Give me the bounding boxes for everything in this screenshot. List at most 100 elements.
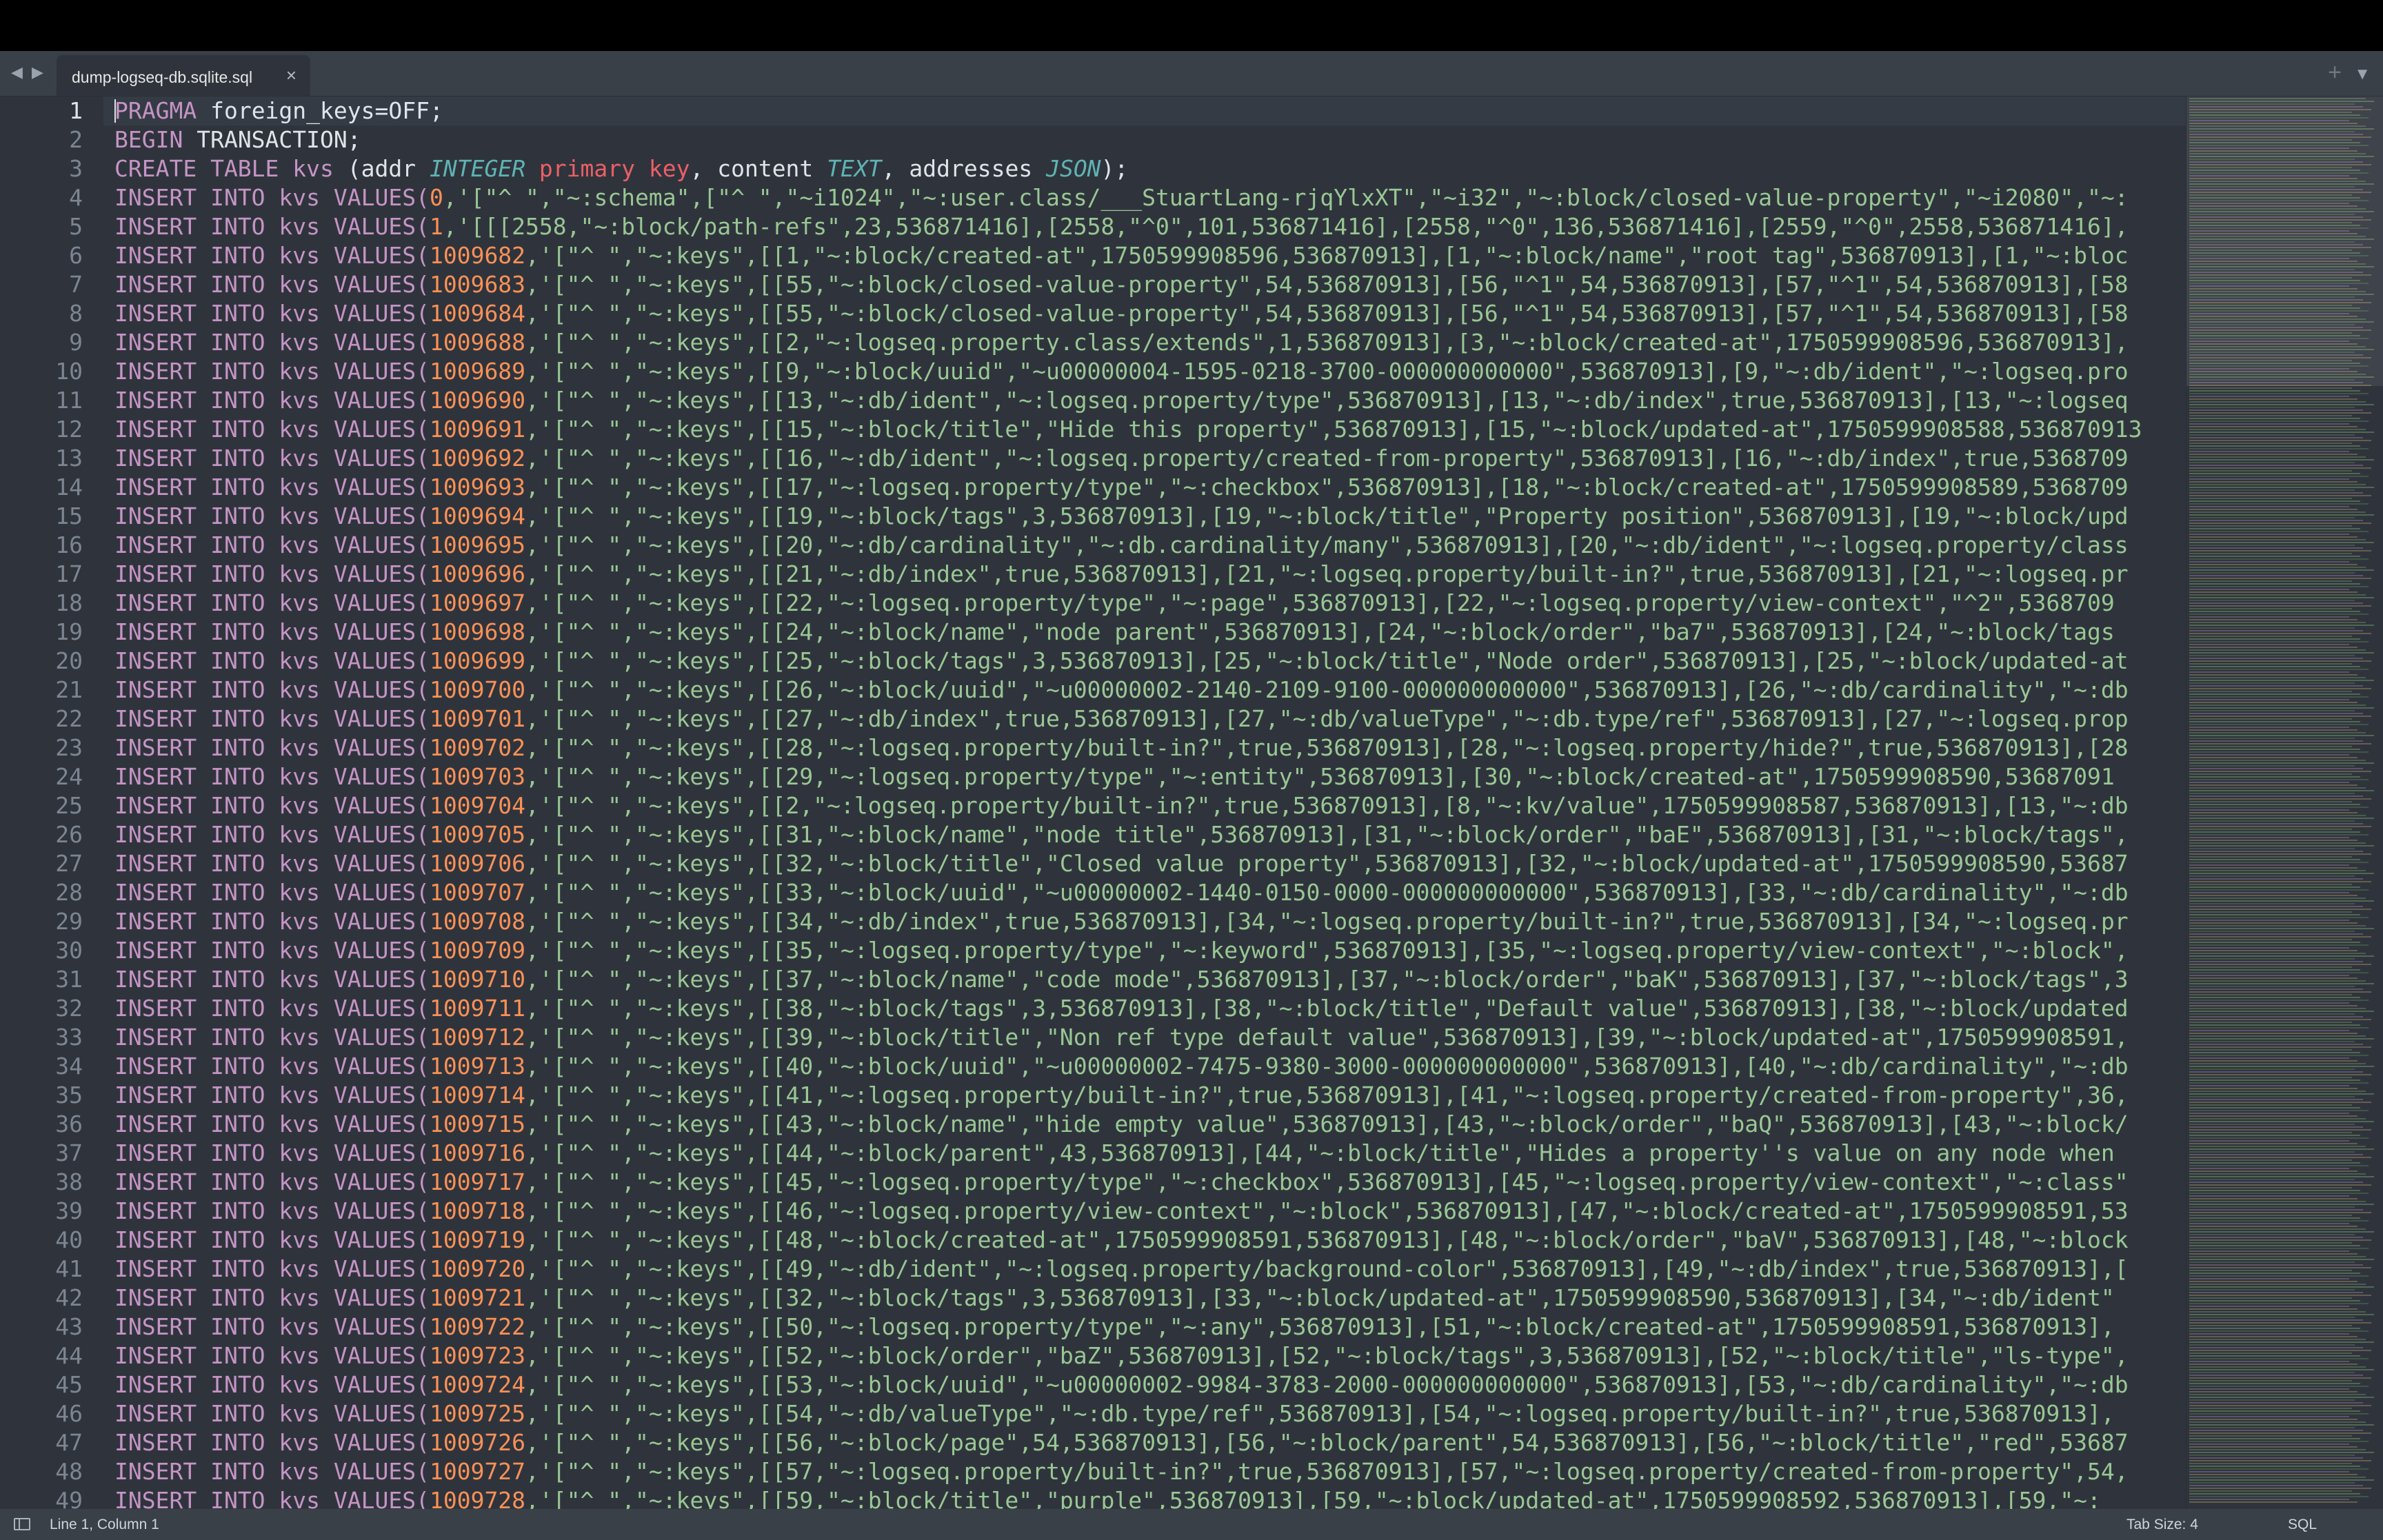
minimap-line [2189, 509, 2357, 510]
line-number[interactable]: 3 [0, 154, 83, 183]
line-number-gutter[interactable]: 1 2 3 4 5 6 7 8 9 10 11 12 13 14 15 16 17 18 19 20 21 22 23 24 2… [0, 97, 103, 1509]
line-number[interactable]: 38 [0, 1168, 83, 1197]
row-address: 1009714 [429, 1082, 526, 1108]
line-number[interactable]: 30 [0, 936, 83, 965]
minimap-line [2189, 1430, 2363, 1431]
sql-insert-prefix: INSERT INTO kvs VALUES( [114, 474, 430, 500]
tab-size-selector[interactable]: Tab Size: 4 [2126, 1517, 2198, 1533]
sidebar-toggle-icon[interactable] [14, 1518, 30, 1530]
minimap-line [2189, 834, 2369, 835]
line-number[interactable]: 12 [0, 415, 83, 444]
line-number[interactable]: 31 [0, 965, 83, 994]
line-number[interactable]: 17 [0, 560, 83, 589]
minimap-line [2189, 735, 2374, 736]
line-number[interactable]: 18 [0, 589, 83, 618]
tab-menu-chevron-down-icon[interactable]: ▼ [2354, 66, 2371, 83]
line-number[interactable]: 43 [0, 1313, 83, 1341]
code-editor[interactable]: 1 2 3 4 5 6 7 8 9 10 11 12 13 14 15 16 17 18 19 20 21 22 23 24 2… [0, 97, 2383, 1509]
line-number[interactable]: 45 [0, 1370, 83, 1399]
line-number[interactable]: 16 [0, 531, 83, 560]
line-number[interactable]: 13 [0, 444, 83, 473]
code-area[interactable]: PRAGMA foreign_keys=OFF; BEGIN TRANSACTI… [114, 97, 2186, 1509]
minimap-line [2189, 663, 2352, 665]
cursor-position[interactable]: Line 1, Column 1 [50, 1517, 159, 1533]
line-number[interactable]: 26 [0, 820, 83, 849]
line-number[interactable]: 10 [0, 357, 83, 386]
line-number[interactable]: 25 [0, 791, 83, 820]
line-number[interactable]: 7 [0, 270, 83, 299]
line-number[interactable]: 8 [0, 299, 83, 328]
code-line: INSERT INTO kvs VALUES(1009711,'["^ ","~… [114, 994, 2186, 1023]
line-number[interactable]: 34 [0, 1052, 83, 1081]
minimap-line [2189, 845, 2374, 847]
minimap-line [2189, 1193, 2369, 1194]
row-content-string: ,'["^ ","~:keys",[[49,"~:db/ident","~:lo… [525, 1255, 2129, 1282]
code-line: INSERT INTO kvs VALUES(1009701,'["^ ","~… [114, 705, 2186, 733]
line-number[interactable]: 20 [0, 647, 83, 676]
line-number[interactable]: 21 [0, 676, 83, 705]
sql-insert-prefix: INSERT INTO kvs VALUES( [114, 531, 430, 558]
line-number[interactable]: 5 [0, 212, 83, 241]
line-number[interactable]: 2 [0, 125, 83, 154]
line-number[interactable]: 15 [0, 502, 83, 531]
row-address: 1009725 [429, 1400, 526, 1427]
minimap-line [2189, 1383, 2360, 1384]
minimap-line [2189, 558, 2369, 560]
sql-insert-prefix: INSERT INTO kvs VALUES( [114, 1168, 430, 1195]
row-address: 1009700 [429, 676, 526, 703]
line-number[interactable]: 9 [0, 328, 83, 357]
row-content-string: ,'["^ ","~:keys",[[16,"~:db/ident","~:lo… [525, 445, 2129, 472]
minimap-line [2189, 1182, 2363, 1183]
line-number[interactable]: 47 [0, 1428, 83, 1457]
add-tab-icon[interactable]: + [2328, 61, 2342, 84]
row-address: 1009692 [429, 445, 526, 472]
line-number[interactable]: 39 [0, 1197, 83, 1226]
row-content-string: ,'["^ ","~:keys",[[38,"~:block/tags",3,5… [525, 995, 2129, 1022]
minimap-line [2189, 757, 2357, 758]
line-number[interactable]: 35 [0, 1081, 83, 1110]
minimap-line [2189, 1104, 2352, 1106]
minimap-line [2189, 616, 2349, 618]
line-number[interactable]: 49 [0, 1486, 83, 1509]
line-number[interactable]: 14 [0, 473, 83, 502]
line-number[interactable]: 23 [0, 733, 83, 762]
line-number[interactable]: 36 [0, 1110, 83, 1139]
syntax-selector[interactable]: SQL [2288, 1517, 2317, 1533]
line-number[interactable]: 46 [0, 1399, 83, 1428]
line-number[interactable]: 29 [0, 907, 83, 936]
line-number[interactable]: 40 [0, 1226, 83, 1255]
line-number[interactable]: 6 [0, 241, 83, 270]
minimap-line [2189, 790, 2374, 791]
close-icon[interactable]: × [286, 66, 296, 84]
line-number[interactable]: 48 [0, 1457, 83, 1486]
line-number[interactable]: 42 [0, 1284, 83, 1313]
line-number[interactable]: 19 [0, 618, 83, 647]
line-number[interactable]: 33 [0, 1023, 83, 1052]
minimap-line [2189, 950, 2357, 951]
nav-back-icon[interactable]: ◀ [11, 65, 23, 80]
code-line: INSERT INTO kvs VALUES(1009706,'["^ ","~… [114, 849, 2186, 878]
row-address: 1009715 [429, 1111, 526, 1137]
line-number[interactable]: 4 [0, 183, 83, 212]
line-number[interactable]: 28 [0, 878, 83, 907]
line-number[interactable]: 41 [0, 1255, 83, 1284]
minimap-line [2189, 1474, 2357, 1475]
tab-dump-logseq-db[interactable]: dump-logseq-db.sqlite.sql × [57, 55, 310, 96]
nav-forward-icon[interactable]: ▶ [32, 65, 43, 80]
line-number[interactable]: 32 [0, 994, 83, 1023]
minimap-line [2189, 1364, 2357, 1365]
line-number[interactable]: 22 [0, 705, 83, 733]
minimap-line [2189, 445, 2360, 447]
minimap[interactable] [2186, 97, 2383, 1509]
minimap-line [2189, 429, 2366, 430]
line-number[interactable]: 27 [0, 849, 83, 878]
line-number[interactable]: 37 [0, 1139, 83, 1168]
minimap-line [2189, 1388, 2349, 1390]
line-number[interactable]: 24 [0, 762, 83, 791]
minimap-line [2189, 682, 2355, 684]
line-number[interactable]: 44 [0, 1341, 83, 1370]
minimap-line [2189, 875, 2355, 877]
line-number[interactable]: 11 [0, 386, 83, 415]
minimap-viewport[interactable] [2186, 97, 2383, 386]
line-number[interactable]: 1 [0, 97, 83, 125]
